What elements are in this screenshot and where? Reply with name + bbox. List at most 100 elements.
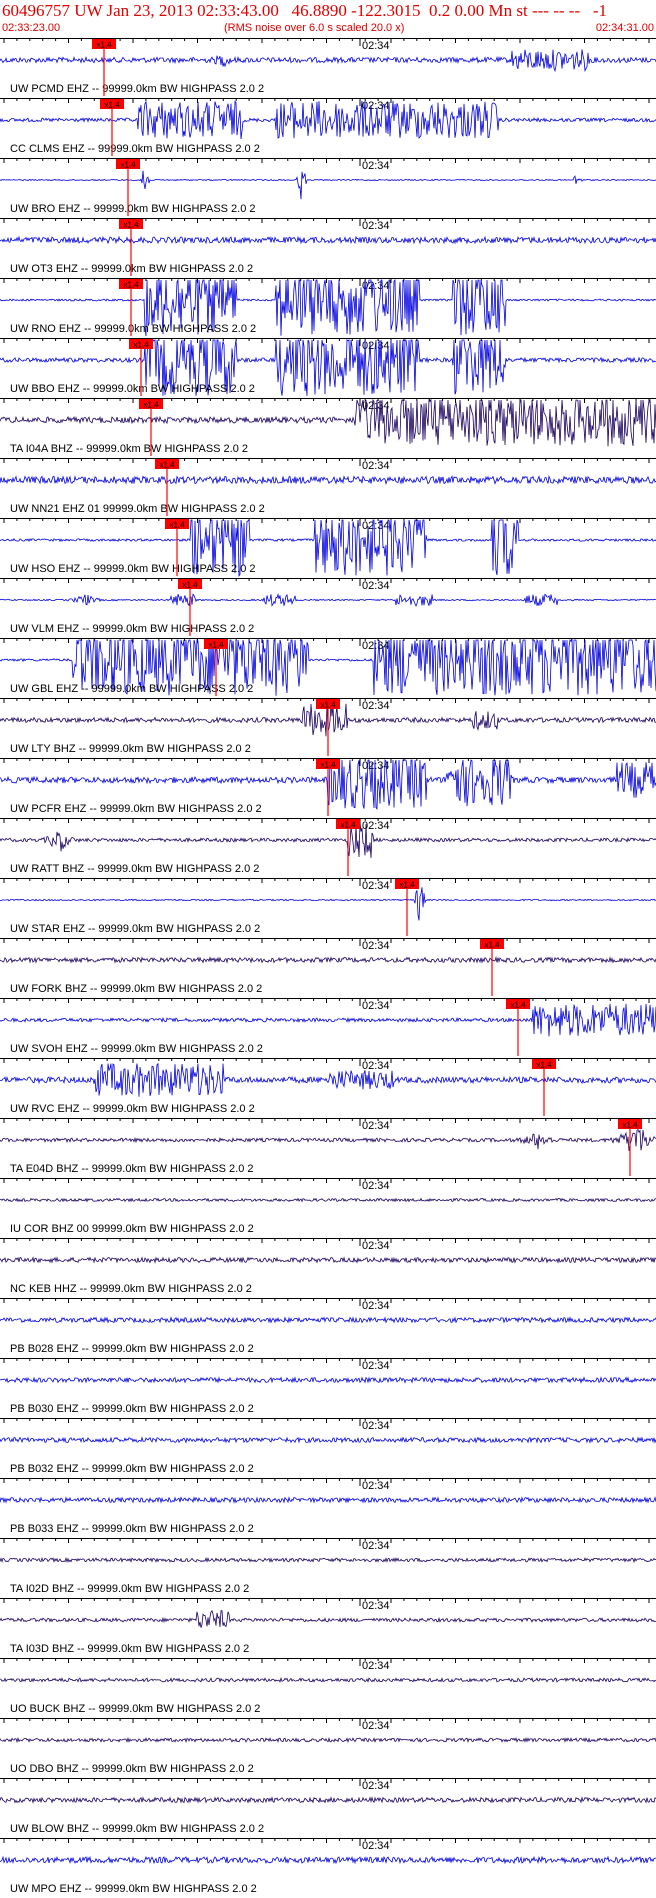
waveform (0, 1197, 656, 1203)
pick-label: x1.4 (96, 41, 112, 50)
station-label: UO BUCK BHZ -- 99999.0km BW HIGHPASS 2.0… (10, 1703, 260, 1715)
pick-label: x1.4 (104, 101, 120, 110)
station-label: PB B033 EHZ -- 99999.0km BW HIGHPASS 2.0… (10, 1523, 254, 1535)
minute-label: 02:34 (362, 880, 390, 892)
minute-label: 02:34 (362, 40, 390, 52)
waveform (0, 1128, 656, 1151)
station-label: UW LTY BHZ -- 99999.0km BW HIGHPASS 2.0 … (10, 743, 251, 755)
station-label: UW VLM EHZ -- 99999.0km BW HIGHPASS 2.0 … (10, 623, 254, 635)
minute-label: 02:34 (362, 220, 390, 232)
waveform (0, 1676, 656, 1683)
minute-label: 02:34 (362, 1720, 390, 1732)
station-label: UW STAR EHZ -- 99999.0km BW HIGHPASS 2.0… (10, 923, 260, 935)
waveform (0, 887, 656, 921)
pick-label: x1.4 (120, 161, 136, 170)
pick-label: x1.4 (320, 761, 336, 770)
waveform (0, 822, 656, 858)
station-label: UW PCFR EHZ -- 99999.0km BW HIGHPASS 2.0… (10, 803, 262, 815)
minute-label: 02:34 (362, 160, 390, 172)
pick-label: x1.4 (123, 281, 139, 290)
event-title: 60496757 UW Jan 23, 2013 02:33:43.00 46.… (2, 1, 608, 20)
waveform (0, 956, 656, 964)
station-label: UW HSO EHZ -- 99999.0km BW HIGHPASS 2.0 … (10, 563, 256, 575)
pick-label: x1.4 (133, 341, 149, 350)
station-label: TA I03D BHZ -- 99999.0km BW HIGHPASS 2.0… (10, 1643, 249, 1655)
station-label: IU COR BHZ 00 99999.0km BW HIGHPASS 2.0 … (10, 1223, 254, 1235)
start-time: 02:33:23.00 (2, 22, 61, 34)
waveform (0, 475, 656, 485)
minute-label: 02:34 (362, 1840, 390, 1852)
station-label: UW RNO EHZ -- 99999.0km BW HIGHPASS 2.0 … (10, 323, 256, 335)
station-label: UW MPO EHZ -- 99999.0km BW HIGHPASS 2.0 … (10, 1883, 257, 1895)
minute-label: 02:34 (362, 700, 390, 712)
station-label: UW RATT BHZ -- 99999.0km BW HIGHPASS 2.0… (10, 863, 259, 875)
waveform (0, 49, 656, 73)
pick-label: x1.4 (169, 521, 185, 530)
minute-label: 02:34 (362, 280, 390, 292)
waveform (0, 592, 656, 607)
station-label: PB B028 EHZ -- 99999.0km BW HIGHPASS 2.0… (10, 1343, 254, 1355)
minute-label: 02:34 (362, 1780, 390, 1792)
rms-note: (RMS noise over 6.0 s scaled 20.0 x) (224, 22, 405, 34)
plot-header: 60496757 UW Jan 23, 2013 02:33:43.00 46.… (0, 0, 656, 38)
station-label: CC CLMS EHZ -- 99999.0km BW HIGHPASS 2.0… (10, 143, 260, 155)
seismogram-panel: 02:34 UW PCMD EHZ -- 99999.0km BW HIGHPAS… (0, 38, 656, 1895)
pick-label: x1.4 (320, 701, 336, 710)
pick-label: x1.4 (399, 881, 415, 890)
minute-label: 02:34 (362, 760, 390, 772)
pick-label: x1.4 (536, 1061, 552, 1070)
waveform (0, 1376, 656, 1384)
waveform (0, 1609, 656, 1628)
station-label: TA I02D BHZ -- 99999.0km BW HIGHPASS 2.0… (10, 1583, 249, 1595)
station-label: TA E04D BHZ -- 99999.0km BW HIGHPASS 2.0… (10, 1163, 254, 1175)
minute-label: 02:34 (362, 1060, 390, 1072)
station-label: UW SVOH EHZ -- 99999.0km BW HIGHPASS 2.0… (10, 1043, 263, 1055)
waveform (0, 1256, 656, 1264)
station-label: NC KEB HHZ -- 99999.0km BW HIGHPASS 2.0 … (10, 1283, 252, 1295)
minute-label: 02:34 (362, 1660, 390, 1672)
waveform (0, 1003, 656, 1037)
pick-label: x1.4 (484, 941, 500, 950)
minute-label: 02:34 (362, 1180, 390, 1192)
minute-label: 02:34 (362, 1000, 390, 1012)
waveform (0, 1316, 656, 1324)
station-label: UO DBO BHZ -- 99999.0km BW HIGHPASS 2.0 … (10, 1763, 254, 1775)
pick-label: x1.4 (143, 401, 159, 410)
station-label: PB B030 EHZ -- 99999.0km BW HIGHPASS 2.0… (10, 1403, 254, 1415)
waveform (0, 170, 656, 200)
minute-label: 02:34 (362, 1540, 390, 1552)
minute-label: 02:34 (362, 1120, 390, 1132)
waveform (0, 1855, 656, 1865)
station-label: UW GBL EHZ -- 99999.0km BW HIGHPASS 2.0 … (10, 683, 253, 695)
pick-label: x1.4 (340, 821, 356, 830)
station-label: UW FORK BHZ -- 99999.0km BW HIGHPASS 2.0… (10, 983, 262, 995)
station-label: UW RVC EHZ -- 99999.0km BW HIGHPASS 2.0 … (10, 1103, 255, 1115)
pick-label: x1.4 (123, 221, 139, 230)
pick-label: x1.4 (208, 641, 224, 650)
minute-label: 02:34 (362, 1480, 390, 1492)
minute-label: 02:34 (362, 1300, 390, 1312)
pick-label: x1.4 (622, 1121, 638, 1130)
waveform (0, 1062, 656, 1097)
minute-label: 02:34 (362, 940, 390, 952)
minute-label: 02:34 (362, 520, 390, 532)
station-label: UW BRO EHZ -- 99999.0km BW HIGHPASS 2.0 … (10, 203, 256, 215)
pick-label: x1.4 (182, 581, 198, 590)
waveform (0, 1496, 656, 1504)
minute-label: 02:34 (362, 460, 390, 472)
station-label: TA I04A BHZ -- 99999.0km BW HIGHPASS 2.0… (10, 443, 248, 455)
waveform (0, 1736, 656, 1744)
waveform (0, 235, 656, 245)
waveform (0, 1436, 656, 1444)
station-label: UW BLOW BHZ -- 99999.0km BW HIGHPASS 2.0… (10, 1823, 264, 1835)
waveform (0, 1796, 656, 1804)
minute-label: 02:34 (362, 580, 390, 592)
station-label: UW BBO EHZ -- 99999.0km BW HIGHPASS 2.0 … (10, 383, 255, 395)
minute-label: 02:34 (362, 1600, 390, 1612)
station-label: UW NN21 EHZ 01 99999.0km BW HIGHPASS 2.0… (10, 503, 265, 515)
waveform (0, 1556, 656, 1564)
pick-label: x1.4 (510, 1001, 526, 1010)
station-label: UW PCMD EHZ -- 99999.0km BW HIGHPASS 2.0… (10, 83, 264, 95)
minute-label: 02:34 (362, 1240, 390, 1252)
waveform (0, 100, 656, 140)
